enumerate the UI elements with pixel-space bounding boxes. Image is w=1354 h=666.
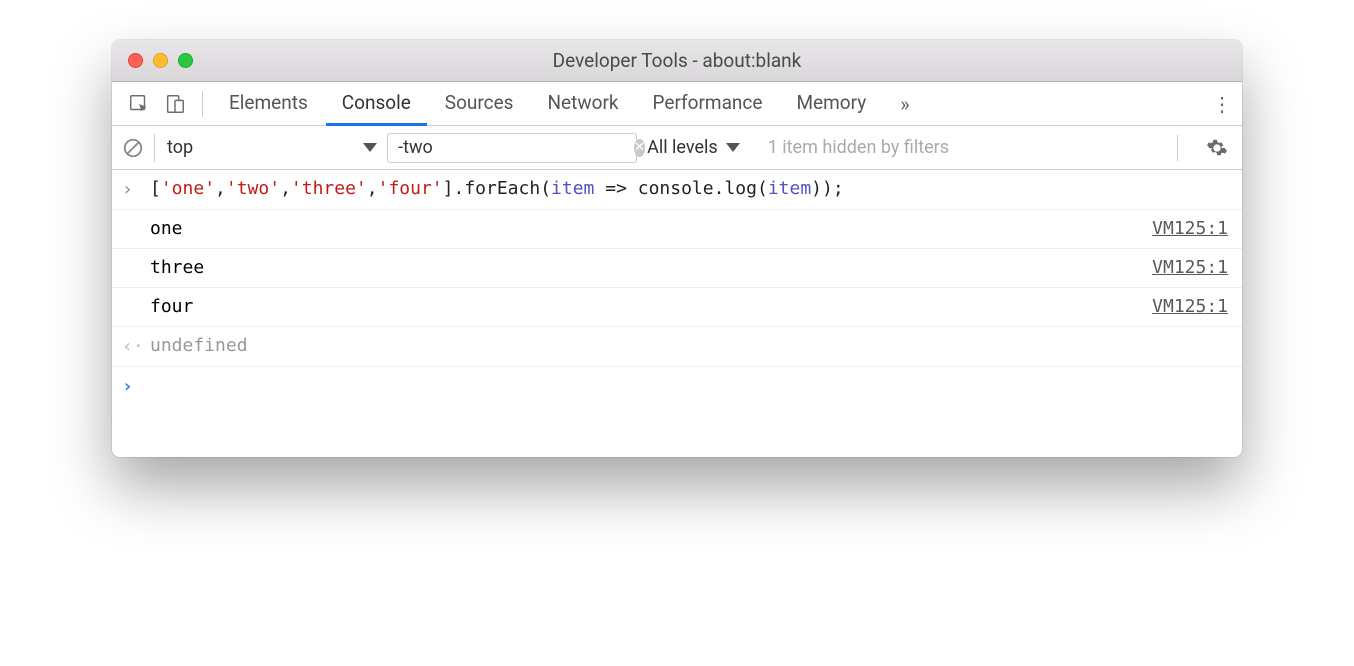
close-window-button[interactable] xyxy=(128,53,143,68)
console-toolbar: top ✕ All levels 1 item hidden by filter… xyxy=(112,126,1242,170)
more-tabs-button[interactable]: » xyxy=(892,92,917,116)
tab-network[interactable]: Network xyxy=(531,82,634,126)
tab-label: Elements xyxy=(229,91,308,114)
tab-label: Console xyxy=(342,91,411,114)
window-controls xyxy=(112,53,193,68)
console-input-echo: › ['one','two','three','four'].forEach(i… xyxy=(112,170,1242,210)
separator xyxy=(202,91,203,117)
minimize-window-button[interactable] xyxy=(153,53,168,68)
chevron-down-icon xyxy=(726,143,740,152)
console-log-line: three VM125:1 xyxy=(112,249,1242,288)
console-log-line: four VM125:1 xyxy=(112,288,1242,327)
separator xyxy=(1177,135,1178,161)
source-link[interactable]: VM125:1 xyxy=(1152,294,1228,320)
log-text: one xyxy=(150,216,1140,242)
tab-sources[interactable]: Sources xyxy=(429,82,530,126)
hidden-by-filters-message: 1 item hidden by filters xyxy=(768,137,949,158)
console-filter-input[interactable] xyxy=(398,137,626,158)
input-chevron-icon: › xyxy=(122,176,150,203)
tab-label: Performance xyxy=(653,91,763,114)
devtools-tabstrip: Elements Console Sources Network Perform… xyxy=(112,82,1242,126)
source-link[interactable]: VM125:1 xyxy=(1152,255,1228,281)
return-arrow-icon: ‹· xyxy=(122,333,150,360)
execution-context-selector[interactable]: top xyxy=(154,134,377,162)
code-line: ['one','two','three','four'].forEach(ite… xyxy=(150,176,1228,202)
console-log-line: one VM125:1 xyxy=(112,210,1242,249)
log-levels-selector[interactable]: All levels xyxy=(647,137,740,158)
source-link[interactable]: VM125:1 xyxy=(1152,216,1228,242)
devtools-menu-button[interactable]: ⋮ xyxy=(1206,92,1238,116)
tab-console[interactable]: Console xyxy=(326,82,427,126)
tab-memory[interactable]: Memory xyxy=(780,82,882,126)
console-filter-input-wrap: ✕ xyxy=(387,133,637,163)
titlebar: Developer Tools - about:blank xyxy=(112,40,1242,82)
console-prompt[interactable]: › xyxy=(112,367,1242,457)
clear-filter-icon[interactable]: ✕ xyxy=(634,139,645,157)
devtools-window: Developer Tools - about:blank Elements C… xyxy=(112,40,1242,457)
console-return-line: ‹· undefined xyxy=(112,327,1242,367)
context-label: top xyxy=(167,137,193,158)
window-title: Developer Tools - about:blank xyxy=(112,49,1242,72)
tab-performance[interactable]: Performance xyxy=(637,82,779,126)
console-output: › ['one','two','three','four'].forEach(i… xyxy=(112,170,1242,457)
log-text: four xyxy=(150,294,1140,320)
return-value: undefined xyxy=(150,333,1228,359)
console-settings-icon[interactable] xyxy=(1206,137,1228,159)
levels-label: All levels xyxy=(647,137,718,158)
clear-console-icon[interactable] xyxy=(122,137,144,159)
tab-elements[interactable]: Elements xyxy=(213,82,324,126)
prompt-chevron-icon: › xyxy=(122,373,150,400)
log-text: three xyxy=(150,255,1140,281)
tab-label: Network xyxy=(547,91,618,114)
inspect-element-icon[interactable] xyxy=(122,87,156,121)
tab-label: Memory xyxy=(796,91,866,114)
tab-label: Sources xyxy=(445,91,514,114)
device-toolbar-icon[interactable] xyxy=(158,87,192,121)
chevron-down-icon xyxy=(363,143,377,152)
zoom-window-button[interactable] xyxy=(178,53,193,68)
